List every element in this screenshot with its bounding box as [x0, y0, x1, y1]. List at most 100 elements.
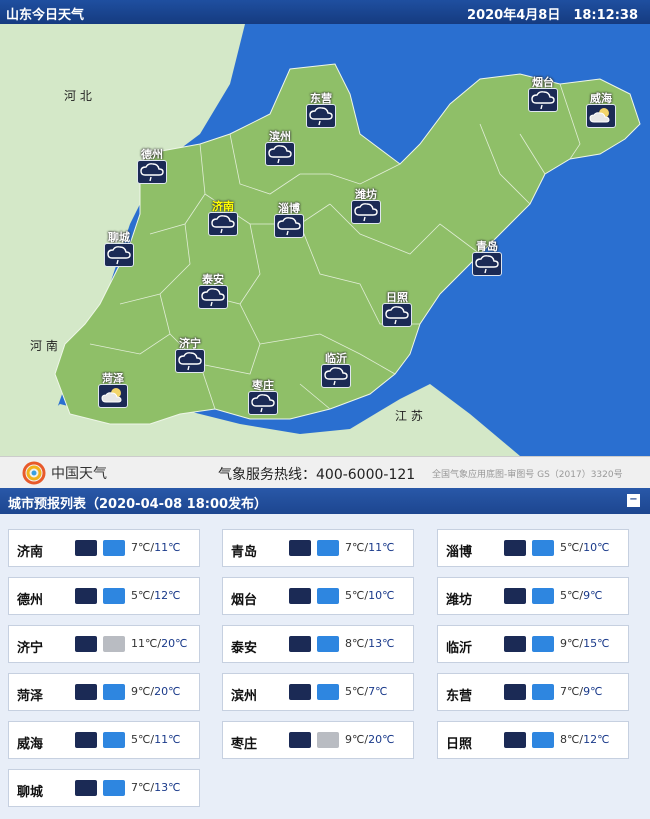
china-weather-logo[interactable]: 中国天气 — [22, 461, 107, 485]
rain-icon — [532, 684, 554, 700]
map-city-binzhou[interactable]: 滨州 — [250, 128, 310, 170]
temp-high: 15℃ — [583, 637, 610, 650]
map-city-jining[interactable]: 济宁 — [160, 335, 220, 377]
forecast-cell[interactable]: 日照 8℃/12℃ — [437, 721, 629, 759]
logo-icon — [22, 461, 46, 485]
night-weather-icon — [75, 732, 97, 748]
temp-high: 11℃ — [154, 541, 181, 554]
city-name: 威海 — [17, 737, 44, 752]
rain-icon — [103, 684, 125, 700]
region-label-jiangsu: 江 苏 — [395, 409, 423, 423]
forecast-cell[interactable]: 东营 7℃/9℃ — [437, 673, 629, 711]
temp-low: 7℃ — [560, 685, 580, 698]
forecast-cell[interactable]: 菏泽 9℃/20℃ — [8, 673, 200, 711]
city-name: 淄博 — [446, 545, 473, 560]
temperature-range: 11℃/20℃ — [131, 637, 188, 650]
night-weather-icon — [504, 684, 526, 700]
map-city-linyi[interactable]: 临沂 — [306, 350, 366, 392]
temp-low: 7℃ — [345, 541, 365, 554]
map-footer: 中国天气 气象服务热线：400-6000-121 全国气象应用底图-审图号 GS… — [0, 456, 650, 489]
map-city-qingdao[interactable]: 青岛 — [457, 238, 517, 280]
forecast-list-header: 城市预报列表（2020-04-08 18:00发布） − — [0, 488, 650, 514]
temp-low: 7℃ — [131, 781, 151, 794]
rain-icon — [321, 364, 351, 388]
forecast-cell[interactable]: 威海 5℃/11℃ — [8, 721, 200, 759]
temp-high: 13℃ — [368, 637, 395, 650]
map-city-heze[interactable]: 菏泽 — [83, 370, 143, 412]
city-name: 滨州 — [231, 689, 258, 704]
rain-icon — [382, 303, 412, 327]
temp-high: 11℃ — [154, 733, 181, 746]
forecast-cell[interactable]: 枣庄 9℃/20℃ — [222, 721, 414, 759]
night-weather-icon — [504, 636, 526, 652]
rain-icon — [103, 732, 125, 748]
night-weather-icon — [75, 588, 97, 604]
city-name: 泰安 — [231, 641, 258, 656]
map-city-zaozhuang[interactable]: 枣庄 — [233, 377, 293, 419]
city-name: 菏泽 — [17, 689, 44, 704]
temperature-range: 9℃/20℃ — [345, 733, 395, 746]
city-name: 东营 — [446, 689, 473, 704]
forecast-cell[interactable]: 淄博 5℃/10℃ — [437, 529, 629, 567]
temperature-range: 9℃/15℃ — [560, 637, 610, 650]
rain-icon — [103, 780, 125, 796]
forecast-cell[interactable]: 济南 7℃/11℃ — [8, 529, 200, 567]
map-city-liaocheng[interactable]: 聊城 — [89, 229, 149, 271]
temperature-range: 9℃/20℃ — [131, 685, 181, 698]
city-name: 德州 — [17, 593, 44, 608]
forecast-cell[interactable]: 潍坊 5℃/9℃ — [437, 577, 629, 615]
temp-high: 9℃ — [583, 685, 603, 698]
rain-icon — [528, 88, 558, 112]
map-city-dezhou[interactable]: 德州 — [122, 146, 182, 188]
temp-low: 9℃ — [560, 637, 580, 650]
forecast-cell[interactable]: 济宁 11℃/20℃ — [8, 625, 200, 663]
temp-high: 9℃ — [583, 589, 603, 602]
rain-icon — [248, 391, 278, 415]
night-weather-icon — [289, 732, 311, 748]
temperature-range: 5℃/10℃ — [345, 589, 395, 602]
rain-icon — [351, 200, 381, 224]
night-weather-icon — [289, 540, 311, 556]
rain-icon — [208, 212, 238, 236]
temp-high: 10℃ — [368, 589, 395, 602]
temperature-range: 5℃/7℃ — [345, 685, 388, 698]
temperature-range: 7℃/9℃ — [560, 685, 603, 698]
temp-low: 5℃ — [131, 589, 151, 602]
temp-high: 20℃ — [368, 733, 395, 746]
rain-icon — [317, 684, 339, 700]
forecast-cell[interactable]: 临沂 9℃/15℃ — [437, 625, 629, 663]
map-city-dongying[interactable]: 东营 — [291, 90, 351, 132]
map-city-yantai[interactable]: 烟台 — [513, 74, 573, 116]
temp-low: 5℃ — [560, 541, 580, 554]
night-weather-icon — [75, 636, 97, 652]
rain-icon — [175, 349, 205, 373]
region-label-hebei: 河 北 — [64, 89, 92, 103]
rain-icon — [532, 540, 554, 556]
temp-high: 11℃ — [368, 541, 395, 554]
weather-map: 河 北 河 南 江 苏 东营 烟台 威海 滨州 德州 济南 淄博 潍坊 聊城 青… — [0, 24, 650, 456]
forecast-cell[interactable]: 泰安 8℃/13℃ — [222, 625, 414, 663]
temp-low: 5℃ — [560, 589, 580, 602]
temperature-range: 8℃/12℃ — [560, 733, 610, 746]
temperature-range: 5℃/10℃ — [560, 541, 610, 554]
map-city-rizhao[interactable]: 日照 — [367, 289, 427, 331]
map-city-taian[interactable]: 泰安 — [183, 271, 243, 313]
map-city-weifang[interactable]: 潍坊 — [336, 186, 396, 228]
city-name: 青岛 — [231, 545, 258, 560]
forecast-cell[interactable]: 德州 5℃/12℃ — [8, 577, 200, 615]
city-name: 临沂 — [446, 641, 473, 656]
map-city-weihai[interactable]: 威海 — [571, 90, 631, 132]
forecast-cell[interactable]: 烟台 5℃/10℃ — [222, 577, 414, 615]
rain-icon — [317, 588, 339, 604]
forecast-cell[interactable]: 青岛 7℃/11℃ — [222, 529, 414, 567]
forecast-cell[interactable]: 滨州 5℃/7℃ — [222, 673, 414, 711]
map-city-zibo[interactable]: 淄博 — [259, 200, 319, 242]
city-name: 聊城 — [17, 785, 44, 800]
temp-high: 12℃ — [583, 733, 610, 746]
map-city-jinan[interactable]: 济南 — [193, 198, 253, 240]
temp-high: 10℃ — [583, 541, 610, 554]
forecast-cell[interactable]: 聊城 7℃/13℃ — [8, 769, 200, 807]
collapse-button[interactable]: − — [627, 494, 640, 507]
rain-icon — [472, 252, 502, 276]
temperature-range: 5℃/11℃ — [131, 733, 181, 746]
